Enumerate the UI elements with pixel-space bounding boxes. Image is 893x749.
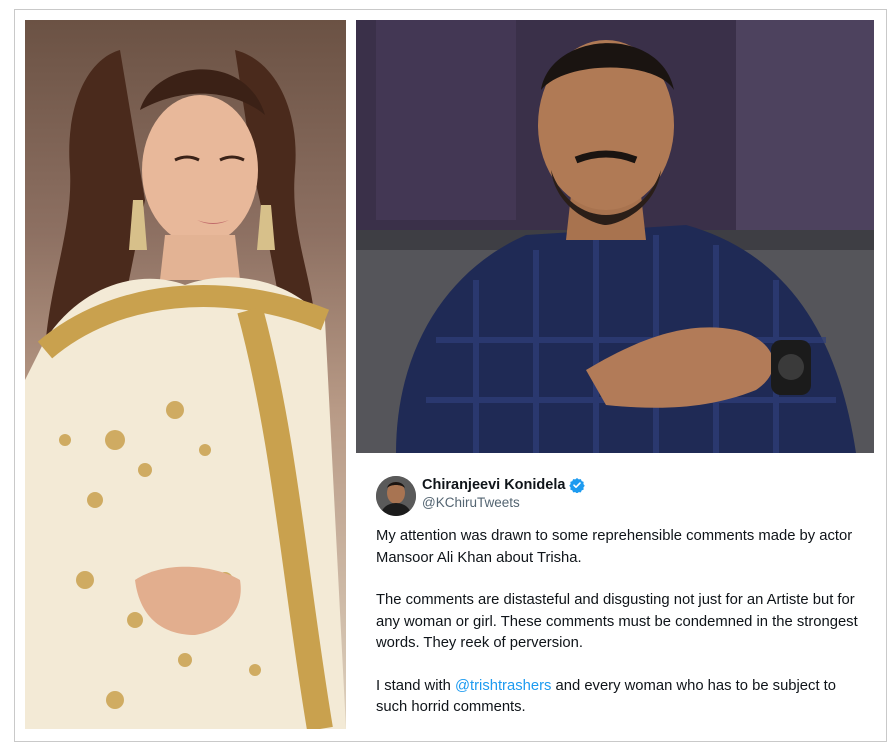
- verified-badge-icon: [569, 477, 586, 494]
- author-name-row[interactable]: Chiranjeevi Konidela: [422, 477, 586, 494]
- tweet-card: Chiranjeevi Konidela @KChiruTweets My at…: [356, 456, 874, 729]
- tweet-text-before-mention: I stand with: [376, 677, 455, 694]
- author-name[interactable]: Chiranjeevi Konidela: [422, 477, 565, 493]
- tweet-body: My attention was drawn to some reprehens…: [376, 526, 860, 740]
- photo-woman-saree: [25, 20, 346, 729]
- mention-link[interactable]: @trishtrashers: [455, 678, 551, 694]
- author-handle[interactable]: @KChiruTweets: [422, 495, 520, 510]
- tweet-paragraph-2: The comments are distasteful and disgust…: [376, 592, 858, 651]
- tweet-paragraph-1: My attention was drawn to some reprehens…: [376, 528, 853, 566]
- tweet-paragraph-3: I stand with @trishtrashers and every wo…: [376, 676, 860, 719]
- photo-man-blue-shirt: [356, 20, 874, 453]
- author-avatar[interactable]: [376, 476, 416, 516]
